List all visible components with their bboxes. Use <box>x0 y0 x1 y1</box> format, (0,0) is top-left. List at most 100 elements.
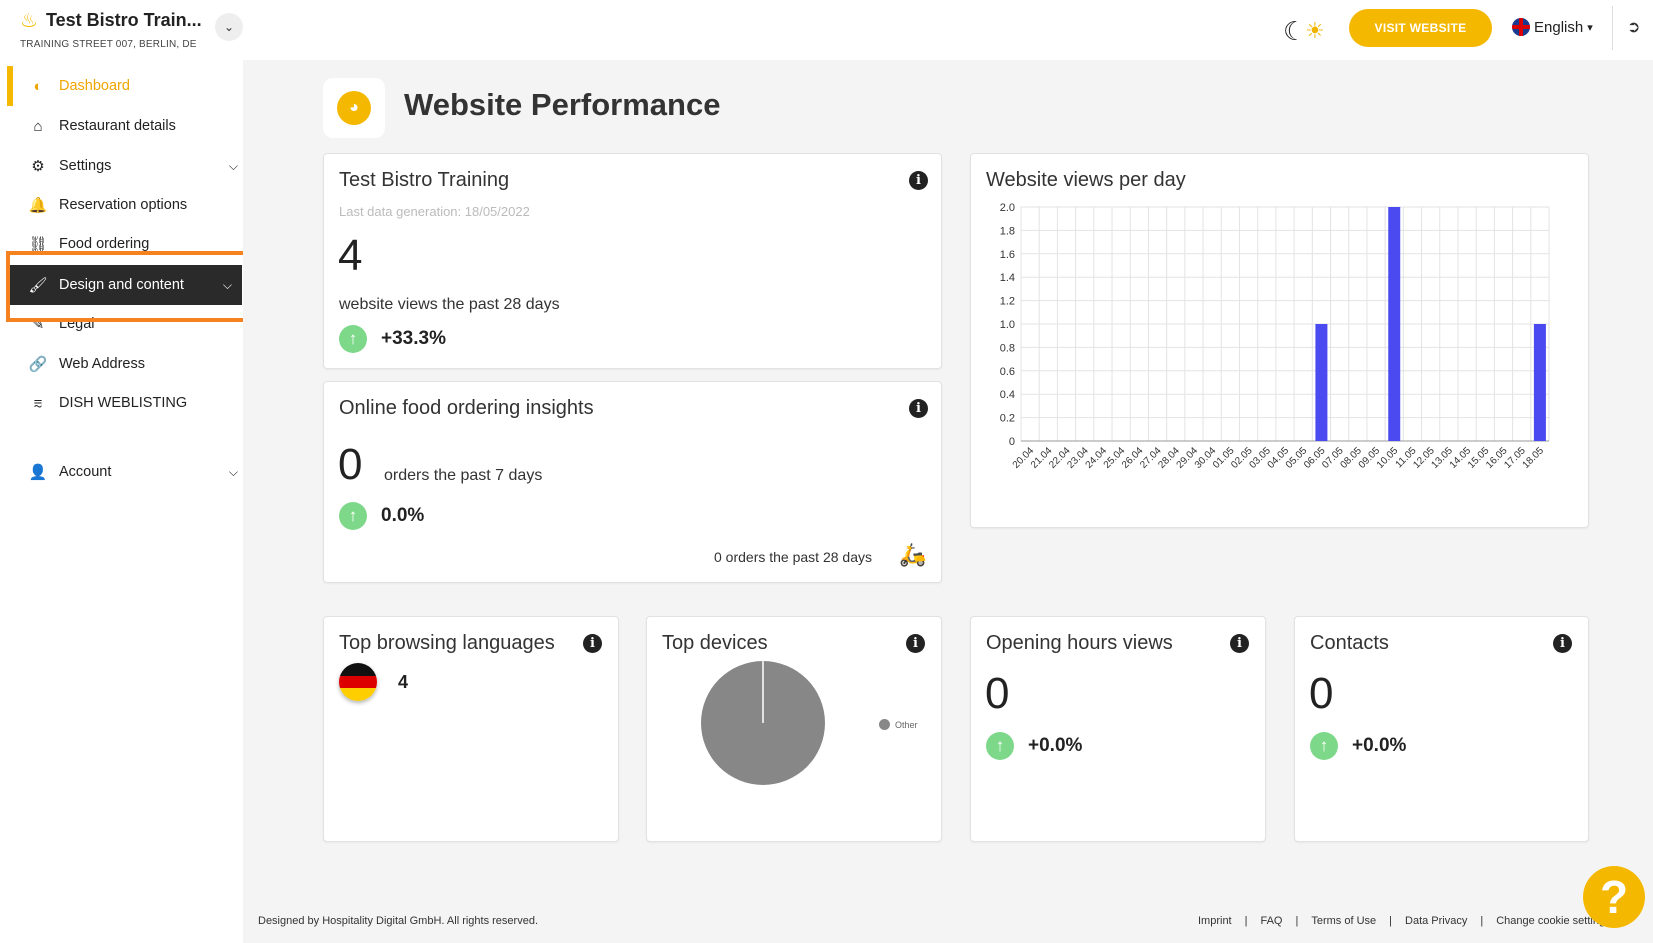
sun-icon: ☀ <box>1305 18 1325 43</box>
page-icon-tile: ◕ <box>323 78 385 138</box>
moon-icon: ☾ <box>1283 16 1307 46</box>
opening-hours-card: Opening hours views i 0 ↑ +0.0% <box>970 616 1266 842</box>
sidebar-item-reservation-options[interactable]: 🔔 Reservation options <box>28 192 238 218</box>
sidebar-item-dashboard[interactable]: ◐ Dashboard <box>28 73 238 99</box>
y-tick-label: 1.8 <box>1000 225 1015 237</box>
footer-link-terms[interactable]: Terms of Use <box>1311 915 1376 927</box>
website-views-caption: website views the past 28 days <box>339 296 560 313</box>
orders-28-days-text: 0 orders the past 28 days <box>714 549 872 565</box>
card-title: Opening hours views <box>986 632 1173 654</box>
sidebar-item-settings[interactable]: ⚙ Settings ⌵ <box>28 153 238 179</box>
devices-pie-chart <box>701 661 825 785</box>
top-languages-card: Top browsing languages i 4 <box>323 616 619 842</box>
speedometer-icon: ◕ <box>337 91 371 125</box>
visit-website-button[interactable]: VISIT WEBSITE <box>1349 9 1492 47</box>
active-indicator <box>7 66 13 106</box>
card-title: Online food ordering insights <box>339 397 594 419</box>
footer-separator: | <box>1389 915 1393 927</box>
orders-value: 0 <box>338 440 363 489</box>
footer-copyright: Designed by Hospitality Digital GmbH. Al… <box>258 915 539 927</box>
arrow-up-icon: ↑ <box>986 732 1014 760</box>
views-per-day-card: Website views per day 0 0.2 0.4 0.6 0.8 1.0 1.… <box>970 153 1589 528</box>
sidebar-item-restaurant-details[interactable]: ⌂ Restaurant details <box>28 113 238 139</box>
y-tick-label: 0.4 <box>1000 389 1015 401</box>
x-tick-label: 18.05 <box>1521 445 1547 471</box>
card-title: Top devices <box>662 632 768 654</box>
header-divider <box>1612 6 1613 50</box>
help-button[interactable]: ? <box>1583 866 1645 928</box>
page-title: Website Performance <box>404 87 721 122</box>
contacts-value: 0 <box>1309 669 1334 718</box>
bell-icon: 🔔 <box>28 197 48 214</box>
y-tick-label: 1.2 <box>1000 296 1015 308</box>
website-views-value: 4 <box>338 231 363 280</box>
y-tick-label: 0.2 <box>1000 413 1015 425</box>
language-label: English <box>1534 18 1584 36</box>
arrow-up-icon: ↑ <box>339 502 367 530</box>
arrow-up-icon: ↑ <box>1310 732 1338 760</box>
food-ordering-card: Online food ordering insights i 0 orders… <box>323 381 942 583</box>
logout-icon[interactable]: ➲ <box>1627 17 1640 37</box>
y-tick-label: 0 <box>1009 436 1015 448</box>
card-title: Website views per day <box>986 169 1186 191</box>
chevron-down-icon: ⌵ <box>228 158 238 173</box>
language-selector[interactable]: English ▾ <box>1512 18 1593 36</box>
chevron-down-icon: ▾ <box>1587 21 1593 34</box>
restaurant-address: TRAINING STREET 007, BERLIN, DE <box>20 39 197 50</box>
bar-06.05 <box>1315 324 1328 441</box>
top-devices-card: Top devices i Other <box>646 616 942 842</box>
footer-separator: | <box>1295 915 1299 927</box>
bar-18.05 <box>1533 324 1546 441</box>
trend-value: +0.0% <box>1352 735 1407 756</box>
info-icon[interactable]: i <box>906 634 925 653</box>
chevron-down-icon: ⌵ <box>228 464 238 479</box>
footer-link-faq[interactable]: FAQ <box>1260 915 1282 927</box>
sidebar-item-web-address[interactable]: 🔗 Web Address <box>28 351 238 377</box>
website-views-trend: ↑ +33.3% <box>339 325 446 353</box>
restaurant-switcher-button[interactable]: ⌄ <box>215 13 243 41</box>
gear-icon: ⚙ <box>31 158 45 175</box>
tutorial-highlight-box <box>6 251 256 322</box>
footer-links: Imprint | FAQ | Terms of Use | Data Priv… <box>1198 915 1611 927</box>
germany-flag-icon <box>339 663 377 701</box>
card-title: Test Bistro Training <box>339 169 510 191</box>
y-tick-label: 0.6 <box>1000 366 1015 378</box>
language-count: 4 <box>398 672 409 692</box>
sidebar-item-dish-weblisting[interactable]: ⩳ DISH WEBLISTING <box>28 390 238 416</box>
contacts-trend: ↑ +0.0% <box>1310 732 1406 760</box>
restaurant-brand: ♨ Test Bistro Train... TRAINING STREET 0… <box>20 8 202 50</box>
info-icon[interactable]: i <box>583 634 602 653</box>
legend-label: Other <box>895 719 918 730</box>
orders-trend: ↑ 0.0% <box>339 502 424 530</box>
pie-legend: Other <box>879 719 918 730</box>
card-title: Top browsing languages <box>339 632 555 654</box>
restaurant-name: Test Bistro Train... <box>45 10 202 30</box>
info-icon[interactable]: i <box>909 399 928 418</box>
sidebar-item-label: Settings <box>59 158 112 174</box>
user-icon: 👤 <box>28 464 48 481</box>
gauge-icon: ◐ <box>33 77 43 95</box>
trend-value: +0.0% <box>1028 735 1083 756</box>
sidebar-item-label: Web Address <box>59 356 145 372</box>
theme-toggle[interactable]: ☾ ☀ <box>1283 16 1325 47</box>
footer-link-imprint[interactable]: Imprint <box>1198 915 1232 927</box>
info-icon[interactable]: i <box>1230 634 1249 653</box>
sidebar-item-label: Food ordering <box>59 236 150 252</box>
sidebar-item-label: Account <box>59 464 112 480</box>
footer-link-privacy[interactable]: Data Privacy <box>1405 915 1467 927</box>
sidebar-item-account[interactable]: 👤 Account ⌵ <box>28 459 238 485</box>
link-icon: 🔗 <box>28 356 48 373</box>
sidebar-item-label: DISH WEBLISTING <box>59 395 188 411</box>
sidebar-item-label: Restaurant details <box>59 118 176 134</box>
trend-value: 0.0% <box>381 505 425 526</box>
views-bar-chart: 00.20.40.60.81.01.21.41.61.82.020.0421.0… <box>1000 202 1550 471</box>
top-header: ♨ Test Bistro Train... TRAINING STREET 0… <box>0 0 1653 60</box>
y-tick-label: 0.8 <box>1000 342 1015 354</box>
opening-hours-trend: ↑ +0.0% <box>986 732 1082 760</box>
info-icon[interactable]: i <box>1553 634 1572 653</box>
contacts-card: Contacts i 0 ↑ +0.0% <box>1294 616 1589 842</box>
bar-10.05 <box>1388 207 1401 441</box>
orders-caption: orders the past 7 days <box>384 467 543 484</box>
info-icon[interactable]: i <box>909 171 928 190</box>
chevron-down-icon: ⌄ <box>223 20 235 34</box>
